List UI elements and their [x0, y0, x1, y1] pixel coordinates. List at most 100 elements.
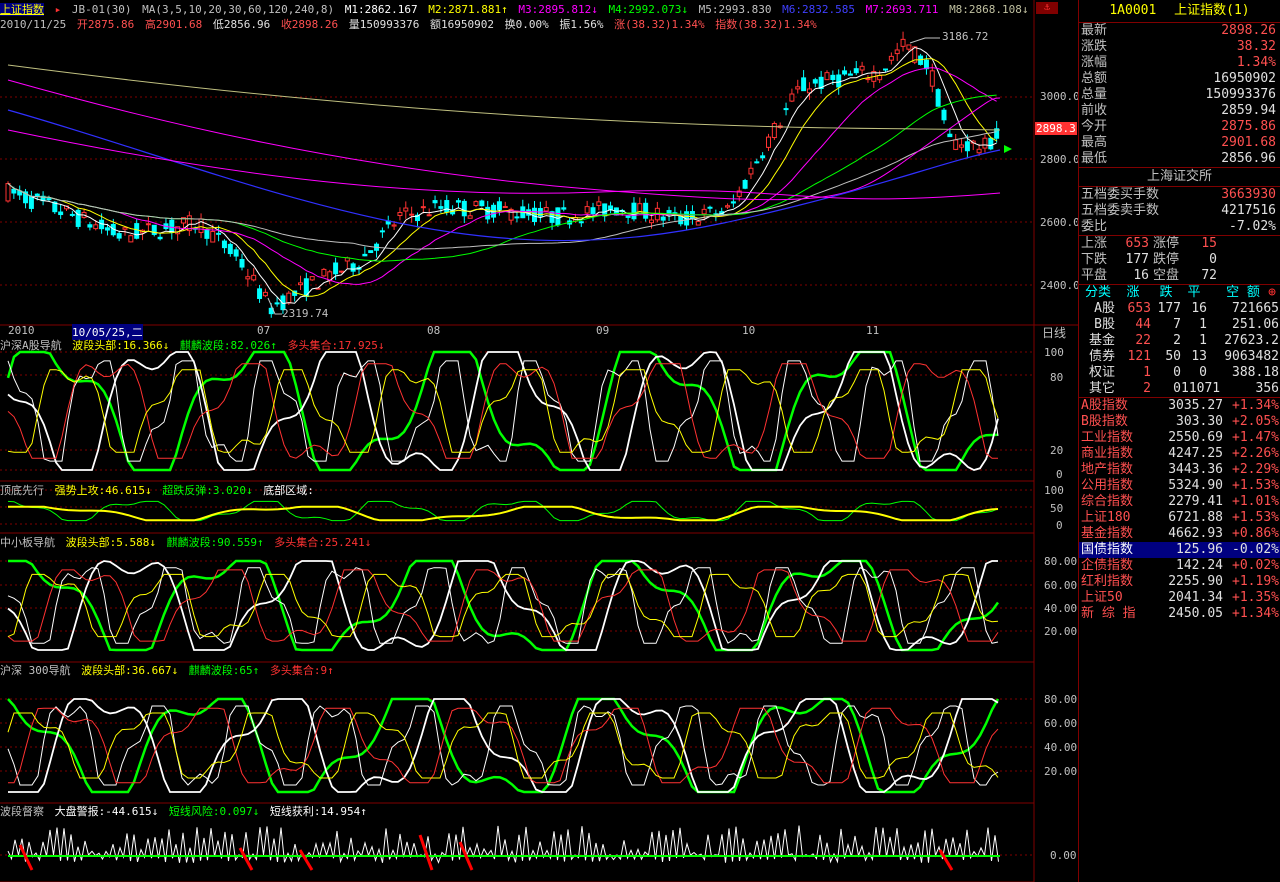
moving-average-line	[7, 94, 997, 262]
candle-body	[584, 206, 590, 214]
candle-body	[333, 262, 339, 275]
candle-body	[262, 291, 268, 297]
candle-body	[87, 224, 93, 228]
stock-up: 44	[1135, 317, 1151, 332]
order-row-value: -7.02%	[1229, 219, 1276, 234]
period-daily-label[interactable]: 日线	[1042, 324, 1066, 341]
index-pct: +1.53%	[1232, 510, 1279, 525]
candle-body	[883, 68, 888, 71]
stock-up: 653	[1127, 301, 1151, 316]
candle-body	[707, 206, 713, 209]
panel-4-title: 沪深 300导航	[0, 664, 71, 677]
ma-value-5: M5:2993.830	[698, 3, 772, 16]
exchange-title: 上海证交所	[1079, 167, 1280, 187]
candle-body	[204, 229, 210, 239]
stock-flat: 0	[1199, 365, 1207, 380]
list-item[interactable]: 工业指数 2550.69 +1.47%	[1079, 430, 1280, 446]
ma-value-2: M2:2871.881↑	[428, 3, 508, 16]
list-item[interactable]: 公用指数 5324.90 +1.53%	[1079, 478, 1280, 494]
candle-body	[578, 221, 584, 224]
list-item[interactable]: 基金指数 4662.93 +0.86%	[1079, 526, 1280, 542]
table-row[interactable]: A股 653 177 16 721665	[1079, 301, 1280, 317]
candle-body	[496, 201, 502, 210]
stock-header-cell: 涨	[1126, 285, 1140, 300]
candle-body	[976, 148, 982, 154]
list-item[interactable]: 新 综 指 2450.05 +1.34%	[1079, 606, 1280, 622]
bar-close: 收2898.26	[280, 18, 339, 31]
chart-area[interactable]: 上证指数 ▸ JB-01(30) MA(3,5,10,20,30,60,120,…	[0, 0, 1080, 882]
stock-amount: 356	[1255, 381, 1279, 396]
order-row: 委比 -7.02%	[1079, 219, 1280, 235]
table-row[interactable]: 其它 2 0 11071 356	[1079, 381, 1280, 397]
candle-body	[485, 206, 491, 220]
candle-body	[221, 240, 227, 249]
candle-body	[216, 232, 222, 235]
candle-body	[514, 216, 520, 219]
index-value: 303.30	[1176, 414, 1223, 429]
list-item[interactable]: 国债指数 125.96 -0.02%	[1079, 542, 1280, 558]
stock-amount: 27623.2	[1224, 333, 1279, 348]
index-value: 2255.90	[1168, 574, 1223, 589]
index-pct: +1.19%	[1232, 574, 1279, 589]
panel-4-item-3: 多头集合:9↑	[269, 664, 334, 677]
candle-body	[900, 38, 906, 47]
order-row-label: 委比	[1081, 219, 1108, 234]
dropdown-icon[interactable]: ▸	[55, 3, 62, 16]
table-row[interactable]: 债券 121 50 13 9063482	[1079, 349, 1280, 365]
chart-canvas[interactable]	[0, 0, 1078, 882]
index-value: 3035.27	[1168, 398, 1223, 413]
list-item[interactable]: B股指数 303.30 +2.05%	[1079, 414, 1280, 430]
table-row[interactable]: 权证 1 0 0 388.18	[1079, 365, 1280, 381]
alert-line	[7, 825, 999, 864]
table-row[interactable]: 基金 22 2 1 27623.2	[1079, 333, 1280, 349]
index-name: 基金指数	[1081, 526, 1134, 541]
list-item[interactable]: 地产指数 3443.36 +2.29%	[1079, 462, 1280, 478]
candle-body	[888, 55, 894, 61]
quote-row-value: 2856.96	[1221, 151, 1276, 166]
candle-body	[502, 206, 508, 209]
quote-row-label: 最高	[1081, 135, 1108, 150]
high-marker	[909, 37, 940, 44]
candle-body	[748, 167, 754, 175]
stock-down: 50	[1165, 349, 1181, 364]
candle-body	[251, 274, 257, 281]
candle-body	[274, 302, 280, 305]
panel-5-title: 波段督察	[0, 805, 44, 818]
candle-body	[233, 249, 239, 257]
candle-body	[379, 230, 385, 233]
breadth-row: 下跌 177 跌停 0	[1079, 252, 1280, 268]
stock-up: 121	[1127, 349, 1151, 364]
candle-body	[602, 203, 608, 217]
panel-2-tick-50: 50	[1050, 502, 1064, 515]
panel-3-tick-80: 80.00	[1044, 555, 1078, 568]
list-item[interactable]: 红利指数 2255.90 +1.19%	[1079, 574, 1280, 590]
list-item[interactable]: A股指数 3035.27 +1.34%	[1079, 398, 1280, 414]
bar-open: 开2875.86	[76, 18, 135, 31]
stock-header-cell: 分类	[1084, 285, 1111, 300]
stock-cat: B股	[1094, 317, 1115, 332]
panel-2-tick-100: 100	[1044, 484, 1064, 497]
panel-2-tick-0: 0	[1056, 519, 1063, 532]
table-row[interactable]: B股 44 7 1 251.06	[1079, 317, 1280, 333]
plus-circle-icon[interactable]: ⊕	[1268, 285, 1276, 301]
breadth-label-2: 涨停	[1153, 236, 1180, 251]
bar-low: 低2856.96	[212, 18, 271, 31]
list-item[interactable]: 上证50 2041.34 +1.35%	[1079, 590, 1280, 606]
lock-icon[interactable]: ⚓	[1036, 2, 1058, 14]
list-item[interactable]: 综合指数 2279.41 +1.01%	[1079, 494, 1280, 510]
index-value: 3443.36	[1168, 462, 1223, 477]
index-pct: +2.26%	[1232, 446, 1279, 461]
moving-average-line	[7, 58, 997, 297]
list-item[interactable]: 上证180 6721.88 +1.53%	[1079, 510, 1280, 526]
quote-row-value: 150993376	[1205, 87, 1276, 102]
candle-body	[473, 201, 479, 206]
index-value: 142.24	[1176, 558, 1223, 573]
index-name: 地产指数	[1081, 462, 1134, 477]
panel-4-tick-80: 80.00	[1044, 693, 1078, 706]
list-item[interactable]: 企债指数 142.24 +0.02%	[1079, 558, 1280, 574]
index-name: 新 综 指	[1081, 606, 1136, 621]
stock-down: 2	[1173, 333, 1181, 348]
list-item[interactable]: 商业指数 4247.25 +2.26%	[1079, 446, 1280, 462]
oscillator-line	[8, 505, 999, 522]
